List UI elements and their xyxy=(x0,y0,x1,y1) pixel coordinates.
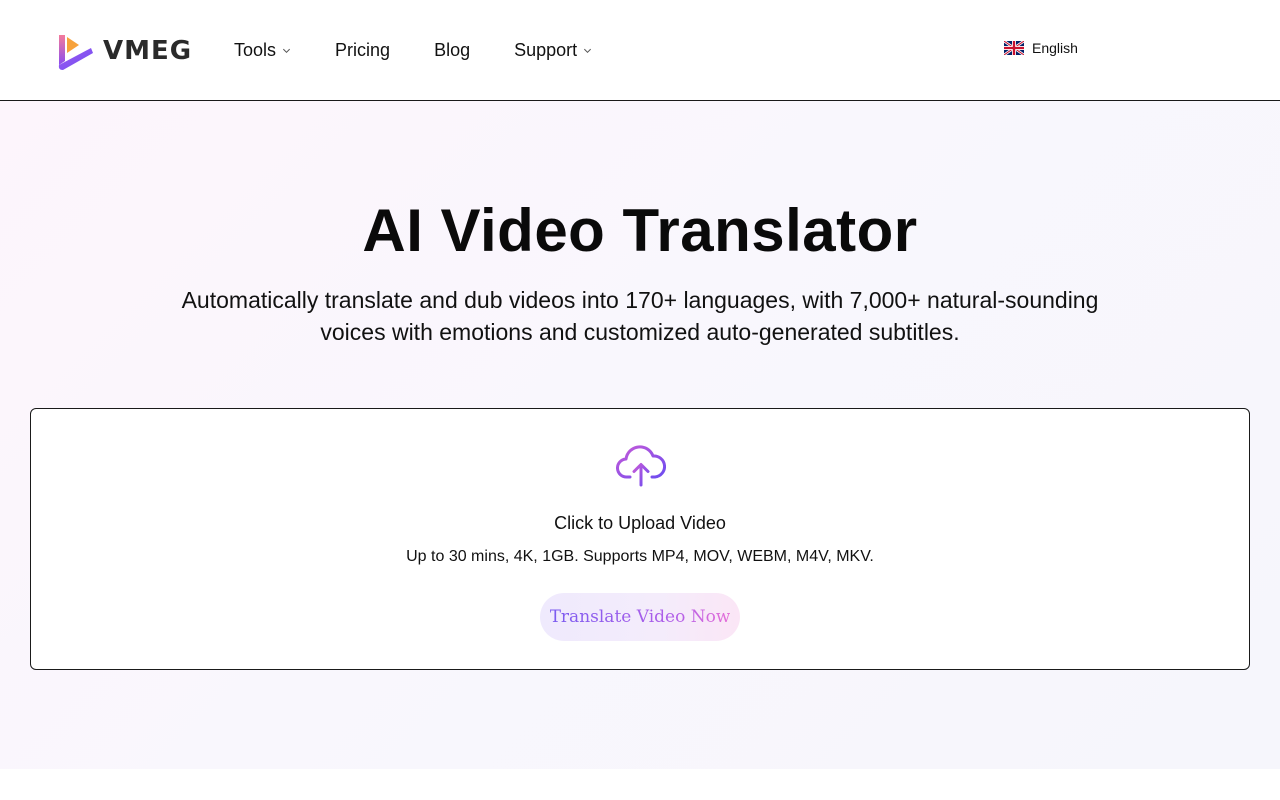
nav-item-label: Pricing xyxy=(335,39,391,60)
translate-video-button[interactable]: Translate Video Now xyxy=(540,593,740,641)
brand-name: VMEG xyxy=(103,36,193,66)
nav-item-pricing[interactable]: Pricing xyxy=(335,40,390,61)
hero-section: AI Video Translator Automatically transl… xyxy=(0,101,1280,769)
chevron-down-icon xyxy=(283,48,291,53)
language-selector[interactable]: English xyxy=(1004,40,1078,56)
nav-item-tools[interactable]: Tools xyxy=(234,40,291,61)
cloud-upload-icon xyxy=(616,445,666,487)
translate-video-button-label: Translate Video Now xyxy=(549,607,731,627)
uk-flag-icon xyxy=(1004,41,1024,55)
chevron-down-icon xyxy=(584,48,592,53)
language-label: English xyxy=(1032,40,1078,56)
nav-item-support[interactable]: Support xyxy=(514,40,592,61)
nav-item-label: Blog xyxy=(434,39,471,60)
brand-logo[interactable]: VMEG xyxy=(57,31,192,71)
nav-item-label: Tools xyxy=(234,39,277,60)
site-header: VMEG Tools Pricing Blog Support English xyxy=(0,0,1280,101)
hero-subtitle: Automatically translate and dub videos i… xyxy=(181,287,1099,345)
nav-item-blog[interactable]: Blog xyxy=(434,40,470,61)
video-upload-dropzone[interactable]: Click to Upload Video Up to 30 mins, 4K,… xyxy=(30,408,1250,670)
page-title: AI Video Translator xyxy=(362,197,918,264)
nav-item-label: Support xyxy=(514,39,578,60)
upload-title: Click to Upload Video xyxy=(554,513,726,533)
play-triangle-logo-icon xyxy=(58,35,93,70)
main-nav: Tools Pricing Blog Support xyxy=(234,0,636,100)
upload-requirements: Up to 30 mins, 4K, 1GB. Supports MP4, MO… xyxy=(406,548,874,565)
